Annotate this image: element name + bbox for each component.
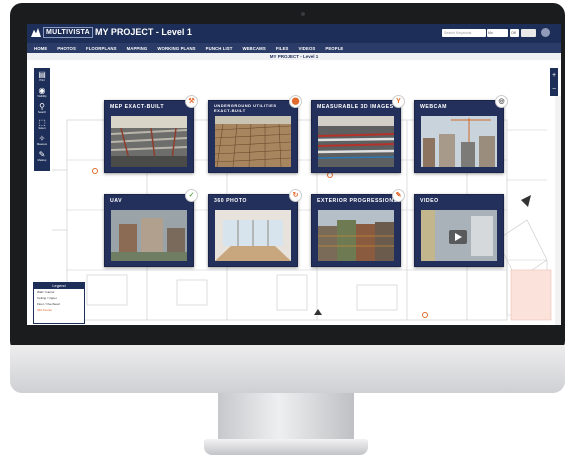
logo[interactable]: MULTIVISTA	[31, 26, 93, 39]
logo-mountain-icon	[31, 28, 41, 37]
logo-text: MULTIVISTA	[43, 27, 93, 38]
markup-tool[interactable]: ✎ Markup	[36, 150, 48, 163]
nav-mapping[interactable]: MAPPING	[127, 46, 148, 51]
print-tool[interactable]: ▤ Print	[36, 70, 48, 83]
project-title: MY PROJECT - Level 1	[95, 27, 192, 37]
card-uav[interactable]: UAV ✓	[104, 189, 198, 267]
vertical-scrollbar[interactable]	[555, 96, 561, 325]
card-title: UAV	[110, 198, 123, 204]
webcam-photo	[421, 116, 497, 167]
video-thumbnail	[421, 210, 497, 261]
legend-panel: Legend Wall / Interior Ceiling / Upper F…	[33, 282, 85, 324]
search-input[interactable]: Search Keywords	[442, 29, 486, 37]
360-icon: ↻	[289, 189, 302, 202]
measure-tool[interactable]: ✧ Measure	[36, 134, 48, 147]
search-icon: ⚲	[39, 102, 45, 111]
measure-icon: ✧	[38, 134, 46, 143]
card-underground-utilities[interactable]: UNDERGROUND UTILITIES EXACT-BUILT ⬤	[208, 95, 302, 173]
card-webcam[interactable]: WEBCAM ◎	[414, 95, 508, 173]
card-title: UNDERGROUND UTILITIES EXACT-BUILT	[214, 103, 277, 113]
nav-home[interactable]: HOME	[34, 46, 47, 51]
search-tool[interactable]: ⚲ Search	[36, 102, 48, 115]
monitor-stand	[218, 393, 354, 441]
card-video[interactable]: VIDEO	[414, 194, 504, 267]
pin-icon: ⬤	[289, 95, 302, 108]
nav-people[interactable]: PEOPLE	[325, 46, 343, 51]
mep-photo	[111, 116, 187, 167]
exterior-progressions-photo	[318, 210, 394, 261]
go-button[interactable]	[521, 29, 536, 37]
card-title: VIDEO	[420, 198, 439, 204]
card-title: MEP EXACT-BUILT	[110, 104, 164, 110]
card-title: MEASURABLE 3D IMAGES	[317, 104, 394, 110]
nav-floorplans[interactable]: FLOORPLANS	[86, 46, 117, 51]
underground-photo	[215, 116, 291, 167]
nav-webcams[interactable]: WEBCAMS	[242, 46, 265, 51]
monitor-chin	[10, 345, 565, 393]
uav-photo	[111, 210, 187, 261]
left-toolbar: ▤ Print ◉ Visibility ⚲ Search ⬚ Select ✧…	[34, 68, 50, 171]
floorplan-title: MY PROJECT - Level 1	[27, 53, 561, 60]
app-screen: MULTIVISTA MY PROJECT - Level 1 Search K…	[27, 24, 561, 325]
print-label: Print	[39, 79, 45, 82]
markup-icon: ✎	[38, 150, 46, 159]
camera-icon	[301, 12, 305, 16]
nav-working-plans[interactable]: WORKING PLANS	[157, 46, 195, 51]
nav-videos[interactable]: VIDEOS	[299, 46, 316, 51]
y-icon: Y	[392, 95, 405, 108]
check-icon: ✓	[185, 189, 198, 202]
header-bar: MULTIVISTA MY PROJECT - Level 1 Search K…	[27, 24, 561, 43]
select-icon: ⬚	[38, 118, 46, 127]
nav-photos[interactable]: PHOTOS	[57, 46, 76, 51]
photo-pin[interactable]	[422, 312, 428, 318]
main-nav: HOME PHOTOS FLOORPLANS MAPPING WORKING P…	[27, 43, 561, 53]
measure-label: Measure	[36, 143, 48, 146]
zoom-controls: + −	[550, 68, 558, 96]
toggle-select[interactable]: Off	[510, 29, 519, 37]
eye-icon: ◉	[38, 86, 46, 95]
photo-pin[interactable]	[92, 168, 98, 174]
card-title: EXTERIOR PROGRESSIONS	[317, 198, 398, 204]
visibility-label: Visibility	[37, 95, 47, 98]
pencil-icon: ✎	[392, 189, 405, 202]
mode-select[interactable]: Mo	[487, 29, 508, 37]
print-icon: ▤	[38, 70, 46, 79]
user-avatar-icon[interactable]	[541, 28, 550, 37]
360-photo-image	[215, 210, 291, 261]
select-label: Select	[38, 127, 46, 130]
card-exterior-progressions[interactable]: EXTERIOR PROGRESSIONS ✎	[311, 189, 405, 267]
card-title: 360 PHOTO	[214, 198, 247, 204]
select-tool[interactable]: ⬚ Select	[36, 118, 48, 131]
card-360-photo[interactable]: 360 PHOTO ↻	[208, 189, 302, 267]
zoom-out-button[interactable]: −	[552, 86, 556, 93]
legend-row: 360 Interior	[37, 308, 53, 312]
zoom-in-button[interactable]: +	[552, 72, 556, 79]
nav-punch-list[interactable]: PUNCH LIST	[206, 46, 233, 51]
measurable-3d-photo	[318, 116, 394, 167]
webcam-icon: ◎	[495, 95, 508, 108]
markup-label: Markup	[37, 159, 47, 162]
nav-files[interactable]: FILES	[276, 46, 289, 51]
crane-icon: ⚒	[185, 95, 198, 108]
card-title: WEBCAM	[420, 104, 447, 110]
search-label: Search	[37, 111, 47, 114]
card-measurable-3d-images[interactable]: MEASURABLE 3D IMAGES Y	[311, 95, 405, 173]
visibility-tool[interactable]: ◉ Visibility	[36, 86, 48, 99]
monitor-base	[204, 439, 368, 455]
card-mep-exact-built[interactable]: MEP EXACT-BUILT ⚒	[104, 95, 198, 173]
